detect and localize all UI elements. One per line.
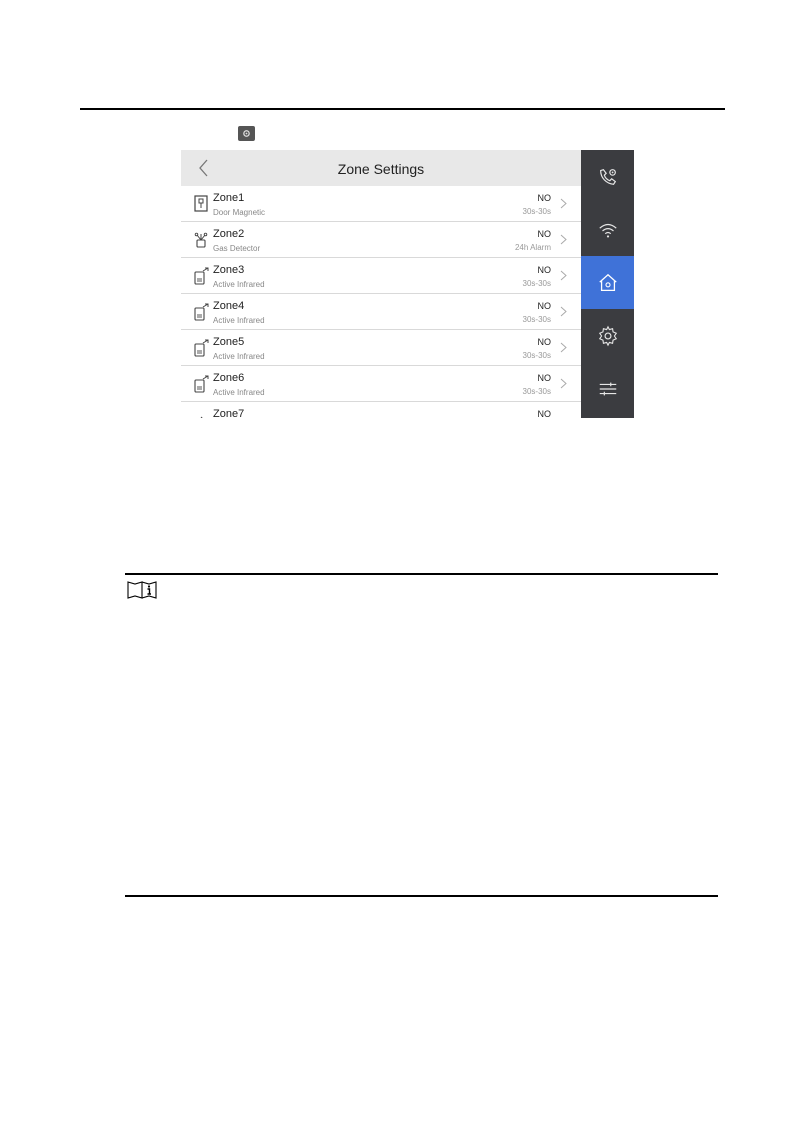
door-magnetic-icon [194, 195, 208, 212]
zone-delay: 24h Alarm [514, 243, 551, 252]
note-rule-top [125, 573, 718, 575]
page-header-rule [80, 108, 725, 110]
note-rule-bottom [125, 895, 718, 897]
sidebar-nav [581, 150, 634, 418]
zone-delay: 30s-30s [522, 315, 551, 324]
chevron-right-icon [560, 198, 567, 209]
chevron-right-icon [560, 270, 567, 281]
sidebar-item-settings[interactable] [581, 309, 634, 362]
zone-row[interactable]: Zone6 Active Infrared NO 30s-30s [181, 366, 581, 402]
gear-icon [598, 325, 617, 346]
sidebar-item-network[interactable] [581, 203, 634, 256]
zone-row[interactable]: Zone5 Active Infrared NO 30s-30s [181, 330, 581, 366]
zone-row[interactable]: Zone4 Active Infrared NO 30s-30s [181, 294, 581, 330]
screen-title: Zone Settings [337, 161, 425, 177]
zone-delay: 30s-30s [522, 351, 551, 360]
zone-mode: NO [537, 301, 552, 311]
zone-type: Gas Detector [213, 244, 261, 253]
zone-name: Zone6 [213, 372, 245, 384]
wifi-icon [598, 223, 617, 238]
settings-gear-icon [238, 126, 255, 141]
active-infrared-icon [194, 339, 209, 357]
zone-row[interactable]: Zone2 Gas Detector NO 24h Alarm [181, 222, 581, 258]
zone-name: Zone4 [213, 300, 245, 312]
active-infrared-icon [194, 375, 209, 393]
chevron-right-icon [560, 342, 567, 353]
sidebar-item-call-settings[interactable] [581, 150, 634, 203]
zone-mode: NO [537, 193, 552, 203]
sliders-icon [599, 382, 616, 395]
zone-name: Zone2 [213, 228, 245, 240]
zone-name: Zone5 [213, 336, 245, 348]
zone-delay: 30s-30s [522, 387, 551, 396]
zone-type: Active Infrared [213, 316, 265, 325]
zone-type: Door Magnetic [213, 208, 266, 217]
zone-type: Active Infrared [213, 280, 265, 289]
chevron-right-icon [560, 378, 567, 389]
screen-header: Zone Settings [181, 150, 581, 186]
zone-row[interactable]: Zone1 Door Magnetic NO 30s-30s [181, 186, 581, 222]
zone-row[interactable]: Zone3 Active Infrared NO 30s-30s [181, 258, 581, 294]
zone-name: Zone7 [213, 408, 245, 418]
zone-name: Zone1 [213, 192, 245, 204]
zone-name: Zone3 [213, 264, 245, 276]
zone-mode: NO [537, 265, 552, 275]
zone-mode: NO [537, 229, 552, 239]
zone-mode: NO [537, 373, 552, 383]
zone-mode: NO [537, 337, 552, 347]
active-infrared-icon [194, 267, 209, 285]
zone-type: Active Infrared [213, 388, 265, 397]
zone-delay: 30s-30s [522, 279, 551, 288]
zone-type: Active Infrared [213, 352, 265, 361]
zone-delay: 30s-30s [522, 207, 551, 216]
phone-settings-icon [599, 168, 616, 185]
home-icon [598, 273, 617, 291]
zone-settings-screenshot: Zone Settings Zone1 Door Magnetic NO 30s… [181, 150, 634, 418]
chevron-right-icon [560, 234, 567, 245]
note-book-icon [127, 581, 157, 599]
sidebar-item-home[interactable] [581, 256, 634, 309]
chevron-right-icon [560, 306, 567, 317]
zone-list: Zone1 Door Magnetic NO 30s-30s Zone2 Gas… [181, 186, 581, 418]
zone-mode: NO [537, 409, 552, 418]
zone-row[interactable]: Zone7 NO [181, 402, 581, 418]
active-infrared-icon [194, 303, 209, 321]
gas-detector-icon [194, 232, 208, 248]
sidebar-item-advanced[interactable] [581, 362, 634, 415]
sensor-icon [200, 416, 203, 418]
